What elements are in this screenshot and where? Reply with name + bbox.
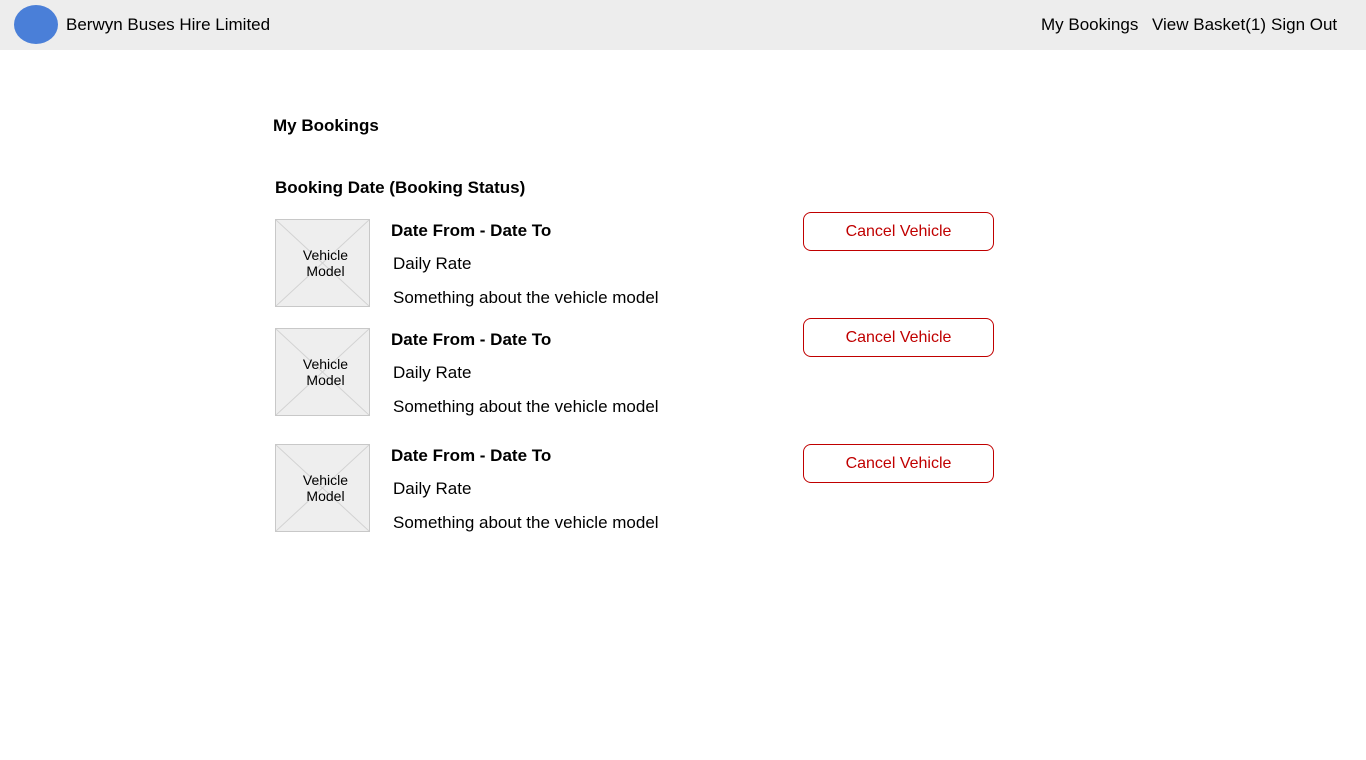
booking-group-heading: Booking Date (Booking Status) xyxy=(275,178,526,197)
booking-item: Vehicle Model Date From - Date To Daily … xyxy=(0,0,1366,532)
booking-dates: Date From - Date To xyxy=(391,446,552,465)
cancel-vehicle-button[interactable]: Cancel Vehicle xyxy=(803,444,994,483)
vehicle-description: Something about the vehicle model xyxy=(393,513,659,532)
daily-rate: Daily Rate xyxy=(393,479,472,498)
vehicle-description: Something about the vehicle model xyxy=(393,288,659,307)
vehicle-description: Something about the vehicle model xyxy=(393,397,659,416)
booking-dates: Date From - Date To xyxy=(391,330,552,349)
vehicle-model-label: Vehicle Model xyxy=(302,472,349,504)
cancel-vehicle-button[interactable]: Cancel Vehicle xyxy=(803,212,994,251)
daily-rate: Daily Rate xyxy=(393,363,472,382)
vehicle-image-placeholder: Vehicle Model xyxy=(275,328,370,416)
cancel-vehicle-button[interactable]: Cancel Vehicle xyxy=(803,318,994,357)
vehicle-image-placeholder: Vehicle Model xyxy=(275,444,370,532)
booking-dates: Date From - Date To xyxy=(391,221,552,240)
vehicle-image-placeholder: Vehicle Model xyxy=(275,219,370,307)
daily-rate: Daily Rate xyxy=(393,254,472,273)
vehicle-model-label: Vehicle Model xyxy=(302,356,349,388)
vehicle-model-label: Vehicle Model xyxy=(302,247,349,279)
